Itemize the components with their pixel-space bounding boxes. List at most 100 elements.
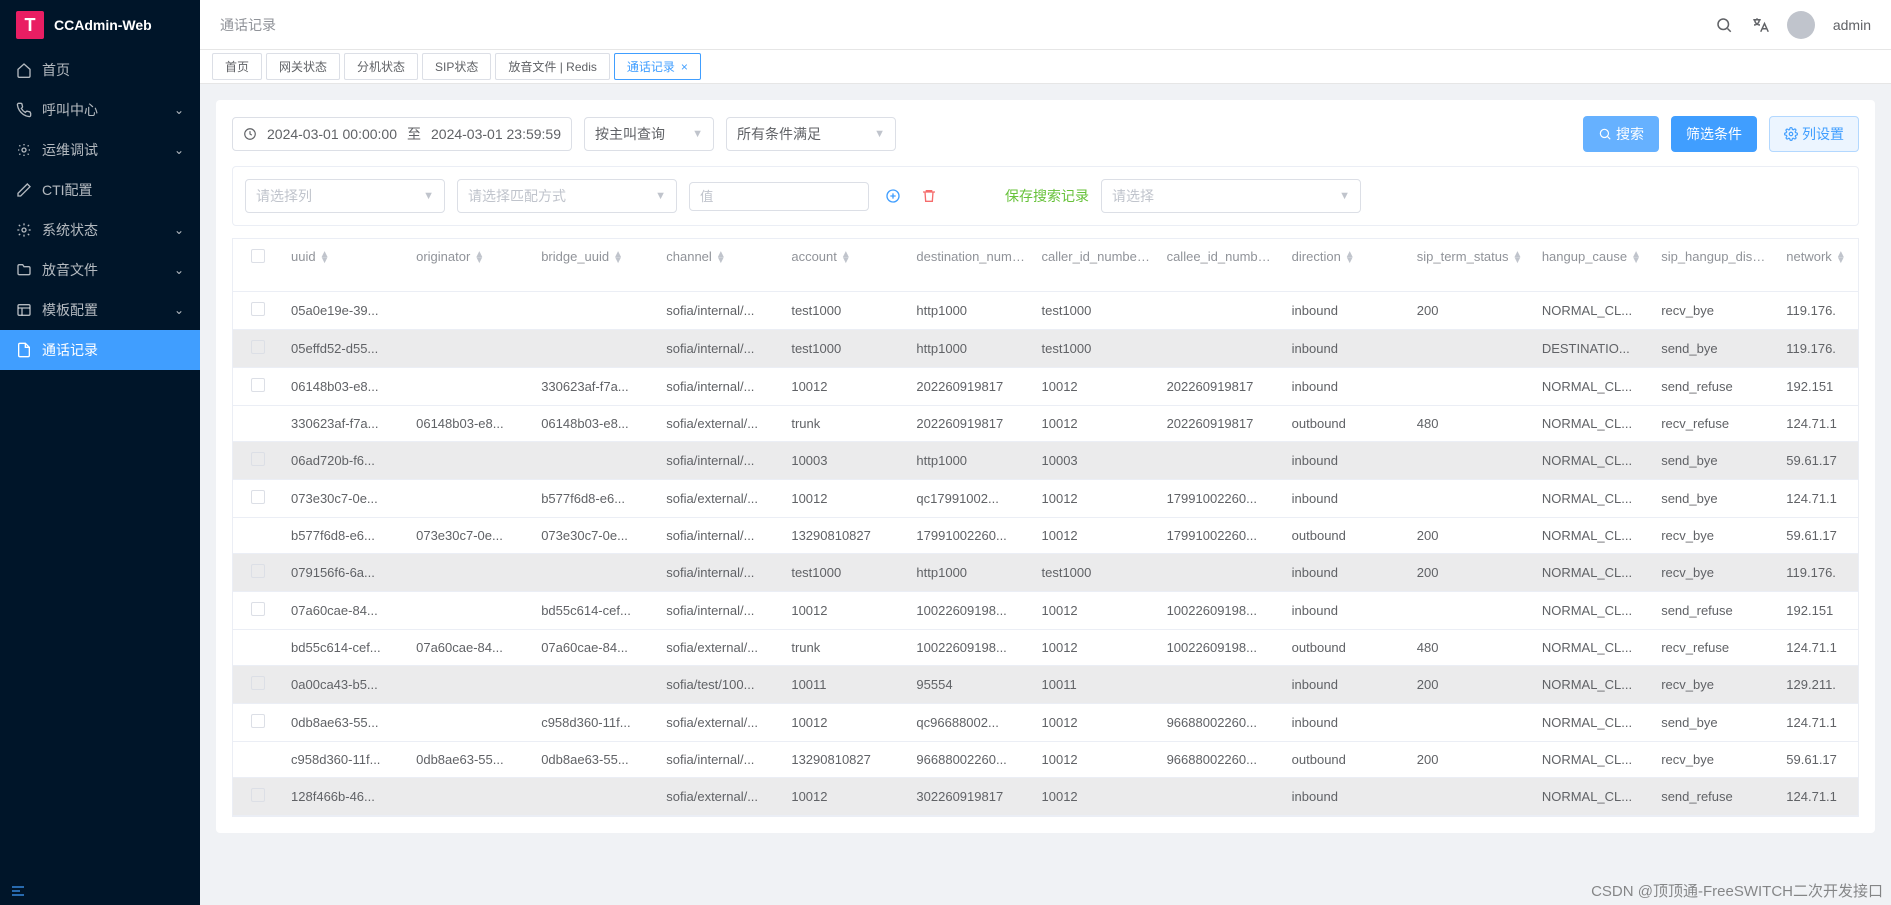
table-row[interactable]: 05effd52-d55...sofia/internal/...test100…: [233, 329, 1858, 367]
cell-channel: sofia/internal/...: [658, 553, 783, 591]
row-checkbox[interactable]: [251, 714, 265, 728]
table-row[interactable]: 073e30c7-0e...b577f6d8-e6...sofia/extern…: [233, 479, 1858, 517]
sidebar-item-6[interactable]: 模板配置⌄: [0, 290, 200, 330]
group-by-select[interactable]: 按主叫查询▼: [584, 117, 714, 151]
tab-2[interactable]: 分机状态: [344, 53, 418, 80]
tab-3[interactable]: SIP状态: [422, 53, 491, 80]
filter-conditions-button[interactable]: 筛选条件: [1671, 116, 1757, 152]
column-header-caller_id_number[interactable]: caller_id_number▲▼: [1034, 239, 1159, 291]
cell-callee_id_number: [1159, 553, 1284, 591]
sidebar-item-7[interactable]: 通话记录: [0, 330, 200, 370]
username[interactable]: admin: [1833, 17, 1871, 33]
cell-account: 10012: [783, 703, 908, 741]
row-checkbox[interactable]: [251, 302, 265, 316]
table-row[interactable]: 07a60cae-84...bd55c614-cef...sofia/inter…: [233, 591, 1858, 629]
cell-destination_number: 10022609198...: [908, 591, 1033, 629]
chevron-down-icon: ⌄: [174, 303, 184, 317]
cell-caller_id_number: 10012: [1034, 479, 1159, 517]
sidebar-item-3[interactable]: CTI配置: [0, 170, 200, 210]
sidebar-item-5[interactable]: 放音文件⌄: [0, 250, 200, 290]
table-row[interactable]: 0a00ca43-b5...sofia/test/100...100119555…: [233, 665, 1858, 703]
sort-icon: ▲▼: [474, 252, 484, 264]
sidebar-item-2[interactable]: 运维调试⌄: [0, 130, 200, 170]
tab-4[interactable]: 放音文件 | Redis: [495, 53, 609, 80]
row-checkbox[interactable]: [251, 788, 265, 802]
column-header-channel[interactable]: channel▲▼: [658, 239, 783, 291]
column-header-callee_id_number[interactable]: callee_id_number▲▼: [1159, 239, 1284, 291]
row-checkbox[interactable]: [251, 378, 265, 392]
column-header-sip_hangup_disposition[interactable]: sip_hangup_disposition▲▼: [1653, 239, 1778, 291]
cell-channel: sofia/external/...: [658, 629, 783, 665]
row-checkbox[interactable]: [251, 452, 265, 466]
add-filter-button[interactable]: [881, 184, 905, 208]
match-type-select[interactable]: 请选择匹配方式▼: [457, 179, 677, 213]
sidebar-item-label: 首页: [42, 60, 70, 80]
sidebar-item-4[interactable]: 系统状态⌄: [0, 210, 200, 250]
column-header-sip_term_status[interactable]: sip_term_status▲▼: [1409, 239, 1534, 291]
search-icon[interactable]: [1715, 16, 1733, 34]
cell-bridge_uuid: 06148b03-e8...: [533, 405, 658, 441]
row-checkbox[interactable]: [251, 602, 265, 616]
tab-1[interactable]: 网关状态: [266, 53, 340, 80]
table-row[interactable]: 0db8ae63-55...c958d360-11f...sofia/exter…: [233, 703, 1858, 741]
gear-icon: [16, 222, 32, 238]
cell-network: 119.176.: [1778, 329, 1858, 367]
table-row[interactable]: 06ad720b-f6...sofia/internal/...10003htt…: [233, 441, 1858, 479]
column-header-uuid[interactable]: uuid▲▼: [283, 239, 408, 291]
row-checkbox[interactable]: [251, 490, 265, 504]
column-header-destination_number[interactable]: destination_number▲▼: [908, 239, 1033, 291]
cell-callee_id_number: 17991002260...: [1159, 479, 1284, 517]
column-select[interactable]: 请选择列▼: [245, 179, 445, 213]
row-checkbox[interactable]: [251, 340, 265, 354]
close-icon[interactable]: ×: [681, 60, 688, 74]
avatar[interactable]: [1787, 11, 1815, 39]
row-checkbox[interactable]: [251, 564, 265, 578]
cell-direction: outbound: [1284, 517, 1409, 553]
table-row[interactable]: 128f466b-46...sofia/external/...10012302…: [233, 777, 1858, 815]
cell-originator: [408, 479, 533, 517]
sidebar-item-0[interactable]: 首页: [0, 50, 200, 90]
cell-destination_number: 17991002260...: [908, 517, 1033, 553]
tab-0[interactable]: 首页: [212, 53, 262, 80]
condition-select[interactable]: 所有条件满足▼: [726, 117, 896, 151]
cell-hangup_cause: DESTINATIO...: [1534, 329, 1653, 367]
column-header-hangup_cause[interactable]: hangup_cause▲▼: [1534, 239, 1653, 291]
phone-icon: [16, 102, 32, 118]
table-row[interactable]: c958d360-11f...0db8ae63-55...0db8ae63-55…: [233, 741, 1858, 777]
language-icon[interactable]: [1751, 16, 1769, 34]
cell-hangup_cause: NORMAL_CL...: [1534, 591, 1653, 629]
table-row[interactable]: bd55c614-cef...07a60cae-84...07a60cae-84…: [233, 629, 1858, 665]
sidebar-item-1[interactable]: 呼叫中心⌄: [0, 90, 200, 130]
column-header-bridge_uuid[interactable]: bridge_uuid▲▼: [533, 239, 658, 291]
column-settings-button[interactable]: 列设置: [1769, 116, 1859, 152]
select-all-checkbox[interactable]: [251, 249, 265, 263]
value-input[interactable]: [689, 182, 869, 211]
cell-sip_hangup_disposition: recv_bye: [1653, 517, 1778, 553]
search-button[interactable]: 搜索: [1583, 116, 1659, 152]
tab-5[interactable]: 通话记录×: [614, 53, 701, 80]
table-row[interactable]: b577f6d8-e6...073e30c7-0e...073e30c7-0e.…: [233, 517, 1858, 553]
sort-icon: ▲▼: [841, 252, 851, 264]
column-header-direction[interactable]: direction▲▼: [1284, 239, 1409, 291]
row-checkbox[interactable]: [251, 676, 265, 690]
cell-originator: [408, 367, 533, 405]
date-range-picker[interactable]: 2024-03-01 00:00:00 至 2024-03-01 23:59:5…: [232, 117, 572, 151]
table-row[interactable]: 06148b03-e8...330623af-f7a...sofia/inter…: [233, 367, 1858, 405]
cell-channel: sofia/test/100...: [658, 665, 783, 703]
column-header-account[interactable]: account▲▼: [783, 239, 908, 291]
table-row[interactable]: 079156f6-6a...sofia/internal/...test1000…: [233, 553, 1858, 591]
saved-search-select[interactable]: 请选择▼: [1101, 179, 1361, 213]
delete-filter-button[interactable]: [917, 184, 941, 208]
cell-originator: 073e30c7-0e...: [408, 517, 533, 553]
cell-bridge_uuid: b577f6d8-e6...: [533, 479, 658, 517]
cell-callee_id_number: [1159, 291, 1284, 329]
sort-icon: ▲▼: [1631, 252, 1641, 264]
column-header-network[interactable]: network▲▼: [1778, 239, 1858, 291]
cell-account: 10012: [783, 591, 908, 629]
table-row[interactable]: 330623af-f7a...06148b03-e8...06148b03-e8…: [233, 405, 1858, 441]
sidebar-collapse-button[interactable]: [10, 883, 26, 899]
column-header-originator[interactable]: originator▲▼: [408, 239, 533, 291]
table-row[interactable]: 05a0e19e-39...sofia/internal/...test1000…: [233, 291, 1858, 329]
cell-bridge_uuid: [533, 441, 658, 479]
sort-icon: ▲▼: [613, 252, 623, 264]
